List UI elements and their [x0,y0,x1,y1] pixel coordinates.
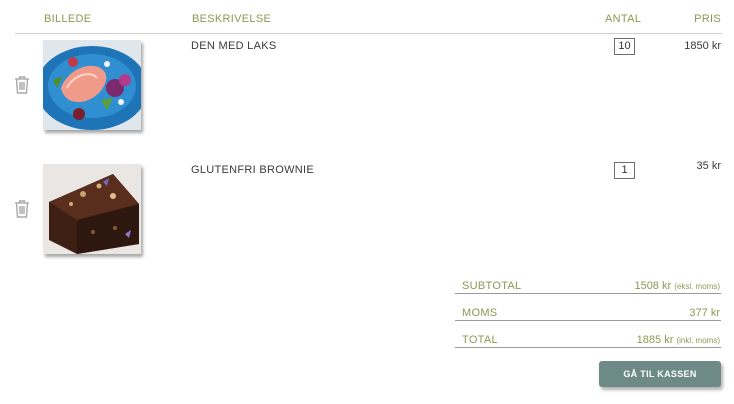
column-header-description: BESKRIVELSE [192,13,272,25]
item-description: GLUTENFRI BROWNIE [191,164,315,176]
quantity-field[interactable]: 10 [614,38,635,55]
product-image-brownie [43,164,141,254]
quantity-field[interactable]: 1 [614,162,635,179]
cart-item-row: GLUTENFRI BROWNIE 1 35 kr [0,160,734,272]
trash-icon[interactable] [13,75,31,95]
subtotal-note: (eksl. moms) [674,282,720,291]
column-header-price: PRIS [694,13,721,25]
total-value: 1885 kr (inkl. moms) [637,334,720,346]
column-header-image: BILLEDE [44,13,92,25]
vat-row: MOMS 377 kr [455,305,721,321]
item-price: 35 kr [696,160,721,172]
vat-value: 377 kr [689,307,720,319]
vat-label: MOMS [462,307,498,319]
checkout-button[interactable]: GÅ TIL KASSEN [599,361,721,387]
trash-icon[interactable] [13,199,31,219]
cart-item-row: DEN MED LAKS 10 1850 kr [0,38,734,148]
subtotal-value: 1508 kr (eksl. moms) [634,280,720,292]
item-description: DEN MED LAKS [191,40,277,52]
total-amount: 1885 kr [636,334,674,346]
subtotal-row: SUBTOTAL 1508 kr (eksl. moms) [455,278,721,294]
subtotal-amount: 1508 kr [634,280,672,292]
total-label: TOTAL [462,334,498,346]
product-image-salmon [43,40,141,130]
item-price: 1850 kr [684,40,721,52]
total-note: (inkl. moms) [676,336,720,345]
cart-header: BILLEDE BESKRIVELSE ANTAL PRIS [15,0,722,34]
column-header-quantity: ANTAL [605,13,642,25]
subtotal-label: SUBTOTAL [462,280,522,292]
total-row: TOTAL 1885 kr (inkl. moms) [455,332,721,348]
